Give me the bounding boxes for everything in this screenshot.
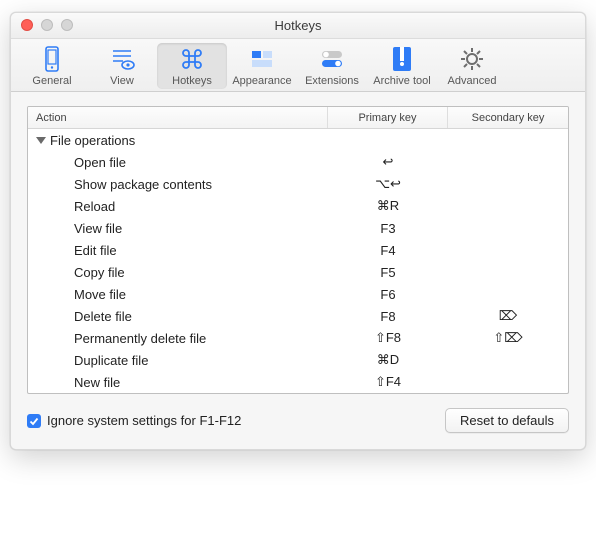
tab-label: Hotkeys (172, 75, 212, 87)
table-row[interactable]: Duplicate file⌘D (28, 349, 568, 371)
tab-label: Extensions (305, 75, 359, 87)
tab-extensions[interactable]: Extensions (297, 43, 367, 89)
tab-label: Advanced (448, 75, 497, 87)
cell-secondary: ⌦ (448, 308, 568, 324)
cell-primary: F6 (328, 287, 448, 302)
checkbox-label: Ignore system settings for F1-F12 (47, 413, 241, 428)
titlebar: Hotkeys (11, 13, 585, 39)
appearance-icon (248, 45, 276, 73)
tab-label: General (32, 75, 71, 87)
phone-icon (38, 45, 66, 73)
zoom-icon[interactable] (61, 19, 73, 31)
hotkeys-table: Action Primary key Secondary key File op… (27, 106, 569, 394)
cell-primary: ⌥↩ (328, 176, 448, 192)
tab-general[interactable]: General (17, 43, 87, 89)
cell-primary: ⇧F8 (328, 330, 448, 346)
cell-action: Open file (28, 155, 328, 170)
cell-primary: ⌘D (328, 352, 448, 368)
cell-primary: F8 (328, 309, 448, 324)
cell-secondary: ⇧⌦ (448, 330, 568, 346)
ignore-fkeys-checkbox[interactable]: Ignore system settings for F1-F12 (27, 413, 241, 428)
content-area: Action Primary key Secondary key File op… (11, 92, 585, 449)
table-row[interactable]: Show package contents⌥↩ (28, 173, 568, 195)
tab-label: Appearance (232, 75, 291, 87)
command-icon (178, 45, 206, 73)
footer: Ignore system settings for F1-F12 Reset … (27, 408, 569, 433)
table-row[interactable]: Copy fileF5 (28, 261, 568, 283)
table-row[interactable]: Edit fileF4 (28, 239, 568, 261)
archive-icon (388, 45, 416, 73)
cell-action: Reload (28, 199, 328, 214)
cell-primary: F5 (328, 265, 448, 280)
table-row[interactable]: Open file↩ (28, 151, 568, 173)
window-title: Hotkeys (275, 18, 322, 33)
window-controls (21, 19, 73, 31)
table-row[interactable]: New file⇧F4 (28, 371, 568, 393)
gear-icon (458, 45, 486, 73)
cell-action: Edit file (28, 243, 328, 258)
list-eye-icon (108, 45, 136, 73)
table-row[interactable]: Move fileF6 (28, 283, 568, 305)
cell-action: New file (28, 375, 328, 390)
tab-advanced[interactable]: Advanced (437, 43, 507, 89)
tab-hotkeys[interactable]: Hotkeys (157, 43, 227, 89)
cell-action: View file (28, 221, 328, 236)
table-row[interactable]: View fileF3 (28, 217, 568, 239)
preferences-window: Hotkeys General View Hotkeys Appearance (10, 12, 586, 450)
disclosure-triangle-icon[interactable] (36, 137, 46, 144)
cell-primary: ⌘R (328, 198, 448, 214)
cell-primary: F4 (328, 243, 448, 258)
group-label: File operations (50, 133, 135, 148)
group-row[interactable]: File operations (28, 129, 568, 151)
toggles-icon (318, 45, 346, 73)
table-row[interactable]: Permanently delete file⇧F8⇧⌦ (28, 327, 568, 349)
cell-action: Show package contents (28, 177, 328, 192)
cell-action: Duplicate file (28, 353, 328, 368)
cell-action: Move file (28, 287, 328, 302)
col-action[interactable]: Action (28, 107, 328, 128)
tab-appearance[interactable]: Appearance (227, 43, 297, 89)
checkbox-icon (27, 414, 41, 428)
toolbar: General View Hotkeys Appearance Extensio… (11, 39, 585, 92)
cell-primary: ⇧F4 (328, 374, 448, 390)
close-icon[interactable] (21, 19, 33, 31)
tab-label: Archive tool (373, 75, 430, 87)
tab-view[interactable]: View (87, 43, 157, 89)
table-header: Action Primary key Secondary key (28, 107, 568, 129)
col-primary[interactable]: Primary key (328, 107, 448, 128)
cell-primary: ↩ (328, 154, 448, 170)
cell-action: Delete file (28, 309, 328, 324)
table-row[interactable]: Reload⌘R (28, 195, 568, 217)
table-row[interactable]: Delete fileF8⌦ (28, 305, 568, 327)
cell-action: Permanently delete file (28, 331, 328, 346)
table-body: File operations Open file↩Show package c… (28, 129, 568, 393)
minimize-icon[interactable] (41, 19, 53, 31)
tab-label: View (110, 75, 134, 87)
col-secondary[interactable]: Secondary key (448, 107, 568, 128)
tab-archive-tool[interactable]: Archive tool (367, 43, 437, 89)
cell-action: Copy file (28, 265, 328, 280)
cell-primary: F3 (328, 221, 448, 236)
reset-button[interactable]: Reset to defauls (445, 408, 569, 433)
